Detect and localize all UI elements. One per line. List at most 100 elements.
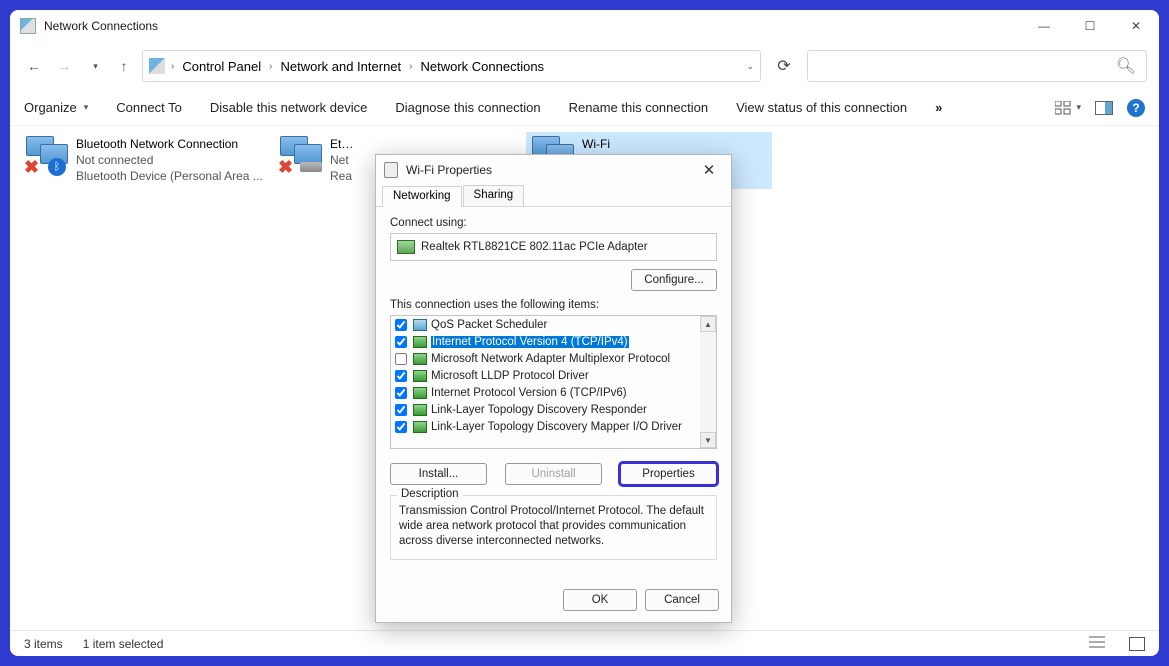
items-label: This connection uses the following items… (390, 299, 717, 311)
thumbnails-icon (1055, 101, 1071, 115)
history-dropdown[interactable]: ▾ (82, 52, 106, 80)
description-group: Description Transmission Control Protoco… (390, 495, 717, 560)
connection-name: Bluetooth Network Connection (76, 136, 263, 152)
connection-status: Net (330, 152, 360, 168)
adapter-field[interactable]: Realtek RTL8821CE 802.11ac PCIe Adapter (390, 233, 717, 261)
dialog-tabs: Networking Sharing (376, 185, 731, 207)
control-panel-icon (149, 58, 165, 74)
protocol-item[interactable]: QoS Packet Scheduler (391, 316, 700, 333)
protocol-item[interactable]: Internet Protocol Version 4 (TCP/IPv4) (391, 333, 700, 350)
dialog-title: Wi-Fi Properties (406, 163, 492, 177)
tab-sharing[interactable]: Sharing (463, 185, 525, 206)
protocol-checkbox[interactable] (395, 387, 407, 399)
connection-name: Wi-Fi (582, 136, 638, 152)
protocol-item[interactable]: Link-Layer Topology Discovery Mapper I/O… (391, 418, 700, 435)
bluetooth-icon: ᛒ (48, 158, 66, 176)
connection-item-bluetooth[interactable]: ✖ ᛒ Bluetooth Network Connection Not con… (20, 132, 274, 189)
protocol-icon (413, 370, 427, 382)
title-bar: Network Connections — ☐ ✕ (10, 10, 1159, 42)
network-adapter-icon (397, 240, 415, 254)
rename-button[interactable]: Rename this connection (569, 100, 708, 115)
connect-to-button[interactable]: Connect To (116, 100, 182, 115)
window-controls: — ☐ ✕ (1021, 10, 1159, 42)
protocol-checkbox[interactable] (395, 421, 407, 433)
tab-networking[interactable]: Networking (382, 186, 462, 207)
protocol-icon (413, 421, 427, 433)
breadcrumb-item[interactable]: Control Panel (180, 59, 263, 74)
uninstall-button[interactable]: Uninstall (505, 463, 602, 485)
connection-name: Ethernet (330, 136, 360, 152)
maximize-button[interactable]: ☐ (1067, 10, 1113, 42)
dialog-title-bar: Wi-Fi Properties ✕ (376, 155, 731, 185)
organize-menu[interactable]: Organize▾ (24, 100, 88, 115)
selected-count: 1 item selected (83, 637, 164, 651)
protocol-checkbox[interactable] (395, 370, 407, 382)
chevron-right-icon: › (407, 61, 414, 72)
address-bar[interactable]: › Control Panel › Network and Internet ›… (142, 50, 761, 82)
dialog-footer: OK Cancel (376, 578, 731, 622)
ok-button[interactable]: OK (563, 589, 637, 611)
protocol-icon (413, 404, 427, 416)
status-bar: 3 items 1 item selected (10, 630, 1159, 656)
details-view-button[interactable] (1089, 635, 1105, 652)
adapter-name: Realtek RTL8821CE 802.11ac PCIe Adapter (421, 241, 648, 253)
preview-pane-button[interactable] (1095, 101, 1113, 115)
up-button[interactable]: ↑ (112, 52, 136, 80)
bluetooth-connection-icon: ✖ ᛒ (24, 136, 68, 176)
cancel-button[interactable]: Cancel (645, 589, 719, 611)
protocol-item[interactable]: Microsoft Network Adapter Multiplexor Pr… (391, 350, 700, 367)
close-button[interactable]: ✕ (1113, 10, 1159, 42)
scroll-up-button[interactable]: ▲ (700, 316, 716, 332)
connection-item-ethernet[interactable]: ✖ Ethernet Net Rea (274, 132, 364, 189)
window-title: Network Connections (44, 19, 158, 33)
scroll-down-button[interactable]: ▼ (700, 432, 716, 448)
protocol-checkbox[interactable] (395, 336, 407, 348)
help-button[interactable]: ? (1127, 99, 1145, 117)
large-icons-view-button[interactable] (1129, 637, 1145, 651)
view-status-button[interactable]: View status of this connection (736, 100, 907, 115)
protocol-list: QoS Packet SchedulerInternet Protocol Ve… (390, 315, 717, 449)
protocol-label: Microsoft Network Adapter Multiplexor Pr… (431, 353, 670, 365)
protocol-label: Microsoft LLDP Protocol Driver (431, 370, 589, 382)
configure-button[interactable]: Configure... (631, 269, 717, 291)
protocol-label: Link-Layer Topology Discovery Mapper I/O… (431, 421, 682, 433)
protocol-icon (413, 387, 427, 399)
dialog-body: Connect using: Realtek RTL8821CE 802.11a… (376, 207, 731, 578)
scrollbar[interactable]: ▲ ▼ (700, 316, 716, 448)
description-text: Transmission Control Protocol/Internet P… (399, 504, 708, 549)
toolbar-overflow-button[interactable]: » (935, 100, 942, 115)
properties-button[interactable]: Properties (620, 463, 717, 485)
wifi-properties-dialog: Wi-Fi Properties ✕ Networking Sharing Co… (375, 154, 732, 623)
item-count: 3 items (24, 637, 63, 651)
connection-device: Rea (330, 168, 360, 184)
protocol-icon (413, 353, 427, 365)
protocol-item[interactable]: Microsoft LLDP Protocol Driver (391, 367, 700, 384)
protocol-item[interactable]: Link-Layer Topology Discovery Responder (391, 401, 700, 418)
protocol-checkbox[interactable] (395, 404, 407, 416)
protocol-checkbox[interactable] (395, 319, 407, 331)
connection-status: Not connected (76, 152, 263, 168)
breadcrumb-item[interactable]: Network Connections (419, 59, 547, 74)
back-button[interactable]: ← (22, 52, 46, 80)
refresh-button[interactable]: ⟳ (767, 50, 801, 82)
install-button[interactable]: Install... (390, 463, 487, 485)
search-icon: 🔍︎ (1116, 56, 1136, 76)
protocol-checkbox[interactable] (395, 353, 407, 365)
minimize-button[interactable]: — (1021, 10, 1067, 42)
protocol-label: Link-Layer Topology Discovery Responder (431, 404, 647, 416)
list-view-icon (1089, 635, 1105, 649)
address-dropdown-icon[interactable]: ⌄ (746, 61, 754, 72)
description-legend: Description (397, 488, 463, 500)
forward-button[interactable]: → (52, 52, 76, 80)
protocol-icon (413, 319, 427, 331)
view-options-button[interactable]: ▾ (1055, 101, 1081, 115)
connection-device: Bluetooth Device (Personal Area ... (76, 168, 263, 184)
disable-device-button[interactable]: Disable this network device (210, 100, 368, 115)
search-input[interactable]: 🔍︎ (807, 50, 1147, 82)
protocol-item[interactable]: Internet Protocol Version 6 (TCP/IPv6) (391, 384, 700, 401)
disconnected-x-icon: ✖ (24, 160, 40, 176)
ethernet-plug-icon (300, 162, 322, 172)
diagnose-button[interactable]: Diagnose this connection (395, 100, 540, 115)
breadcrumb-item[interactable]: Network and Internet (278, 59, 403, 74)
dialog-close-button[interactable]: ✕ (695, 158, 723, 182)
